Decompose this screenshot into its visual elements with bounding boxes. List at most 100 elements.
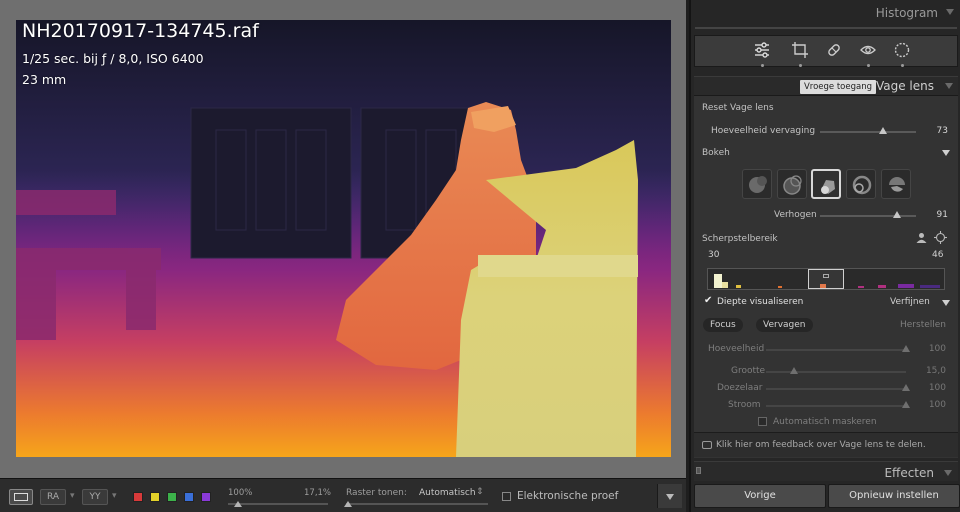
- color-label-red[interactable]: [133, 492, 143, 502]
- focal-range-target-icon[interactable]: [934, 231, 947, 247]
- blur-brush-button[interactable]: Vervagen: [756, 318, 813, 332]
- size-thumb[interactable]: [790, 367, 798, 374]
- focal-range-subject-icon[interactable]: [915, 231, 928, 247]
- automask-checkbox[interactable]: [758, 417, 767, 426]
- previous-button[interactable]: Vorige: [694, 484, 826, 508]
- bokeh-ring-button[interactable]: [846, 169, 876, 199]
- crop-dot: [799, 64, 802, 67]
- zoom-slider-thumb[interactable]: [234, 501, 242, 507]
- depth-bar: [858, 286, 864, 288]
- color-label-yellow[interactable]: [150, 492, 160, 502]
- histogram-divider: [695, 27, 957, 29]
- survey-view-button[interactable]: YY: [82, 489, 108, 505]
- early-access-badge: Vroege toegang: [799, 80, 876, 94]
- depth-map-image: [16, 20, 671, 457]
- feedback-link[interactable]: Klik hier om feedback over Vage lens te …: [694, 432, 958, 457]
- color-label-purple[interactable]: [201, 492, 211, 502]
- grid-select[interactable]: Automatisch: [419, 488, 476, 498]
- boost-label: Verhogen: [774, 210, 817, 220]
- panel-scroll-icon[interactable]: [696, 467, 701, 474]
- grid-slider-thumb[interactable]: [344, 501, 352, 507]
- boost-slider[interactable]: [820, 215, 916, 217]
- softproof-checkbox[interactable]: [502, 492, 511, 501]
- redeye-dot: [867, 64, 870, 67]
- histogram-header[interactable]: Histogram: [876, 6, 938, 20]
- healing-icon[interactable]: [824, 41, 844, 59]
- bokeh-cateye-button[interactable]: [881, 169, 911, 199]
- bottom-toolbar: RA ▾ YY ▾ 100% 17,1% Raster tonen: Autom…: [0, 478, 686, 512]
- visualize-depth-label: Diepte visualiseren: [717, 297, 804, 307]
- grid-label: Raster tonen:: [346, 488, 407, 498]
- develop-panel: Histogram Vroege toegang Vage lens Reset…: [689, 0, 960, 512]
- refine-expand-icon[interactable]: [942, 300, 950, 306]
- focal-range-max: 46: [932, 250, 944, 260]
- zoom-slider[interactable]: [228, 503, 328, 505]
- redeye-icon[interactable]: [858, 41, 878, 59]
- depth-bar: [736, 285, 741, 288]
- depth-bar: [778, 286, 782, 288]
- compare-dropdown-icon[interactable]: ▾: [70, 491, 75, 501]
- toolbar-menu-button[interactable]: [657, 484, 682, 508]
- vage-lens-header[interactable]: Vroege toegang Vage lens: [694, 76, 958, 96]
- color-label-green[interactable]: [167, 492, 177, 502]
- feather-value[interactable]: 100: [916, 383, 946, 393]
- effects-collapse-icon[interactable]: [944, 470, 952, 476]
- focal-range-label: Scherpstelbereik: [702, 234, 778, 244]
- blur-amount-label: Hoeveelheid vervaging: [711, 126, 816, 136]
- restore-button[interactable]: Herstellen: [900, 320, 946, 330]
- flow-value[interactable]: 100: [916, 400, 946, 410]
- photo-exposure-info: 1/25 sec. bij ƒ / 8,0, ISO 6400: [22, 51, 204, 66]
- size-value[interactable]: 15,0: [916, 366, 946, 376]
- focal-range-selection[interactable]: [808, 269, 844, 289]
- blur-amount-value[interactable]: 73: [918, 126, 948, 136]
- grid-select-arrows-icon[interactable]: ⇕: [476, 487, 484, 497]
- histogram-collapse-icon[interactable]: [946, 9, 954, 15]
- reset-button[interactable]: Opnieuw instellen: [828, 484, 960, 508]
- section-collapse-icon[interactable]: [945, 83, 953, 89]
- depth-bar: [898, 284, 914, 288]
- bokeh-bubble-button[interactable]: [777, 169, 807, 199]
- bokeh-circle-button[interactable]: [742, 169, 772, 199]
- sliders-active-dot: [761, 64, 764, 67]
- boost-thumb[interactable]: [893, 211, 901, 218]
- depth-histogram[interactable]: [707, 268, 945, 290]
- effects-label: Effecten: [884, 466, 934, 480]
- feather-slider[interactable]: [766, 388, 906, 390]
- crop-icon[interactable]: [790, 41, 810, 59]
- photo-focal-length: 23 mm: [22, 72, 67, 87]
- bokeh-blade-button[interactable]: [811, 169, 841, 199]
- compare-view-button[interactable]: RA: [40, 489, 66, 505]
- focal-range-handle-icon: [823, 274, 829, 278]
- tool-strip: [694, 35, 958, 67]
- size-slider[interactable]: [766, 371, 906, 373]
- feather-label: Doezelaar: [717, 383, 763, 393]
- flow-thumb[interactable]: [902, 401, 910, 408]
- flow-slider[interactable]: [766, 405, 906, 407]
- photo-filename: NH20170917-134745.raf: [22, 20, 259, 42]
- blur-amount-slider[interactable]: [820, 131, 916, 133]
- photo-canvas[interactable]: [16, 20, 671, 457]
- blur-amount-thumb[interactable]: [879, 127, 887, 134]
- focal-range-min: 30: [708, 250, 720, 260]
- loupe-view-button[interactable]: [9, 489, 33, 505]
- color-label-blue[interactable]: [184, 492, 194, 502]
- depth-bar: [714, 274, 722, 288]
- bokeh-expand-icon[interactable]: [942, 150, 950, 156]
- reset-vage-lens-link[interactable]: Reset Vage lens: [702, 103, 774, 113]
- visualize-depth-checkbox[interactable]: ✔: [704, 296, 714, 306]
- survey-dropdown-icon[interactable]: ▾: [112, 491, 117, 501]
- depth-bar: [878, 285, 886, 288]
- effects-header[interactable]: Effecten: [694, 461, 958, 481]
- softproof-label: Elektronische proef: [517, 490, 619, 502]
- grid-slider[interactable]: [346, 503, 488, 505]
- amount-slider[interactable]: [766, 349, 906, 351]
- boost-value[interactable]: 91: [918, 210, 948, 220]
- amount-label: Hoeveelheid: [708, 344, 765, 354]
- feather-thumb[interactable]: [902, 384, 910, 391]
- amount-thumb[interactable]: [902, 345, 910, 352]
- focus-brush-button[interactable]: Focus: [703, 318, 743, 332]
- zoom-value: 100%: [228, 488, 253, 498]
- sliders-icon[interactable]: [752, 41, 772, 59]
- mask-icon[interactable]: [892, 41, 912, 59]
- amount-value[interactable]: 100: [916, 344, 946, 354]
